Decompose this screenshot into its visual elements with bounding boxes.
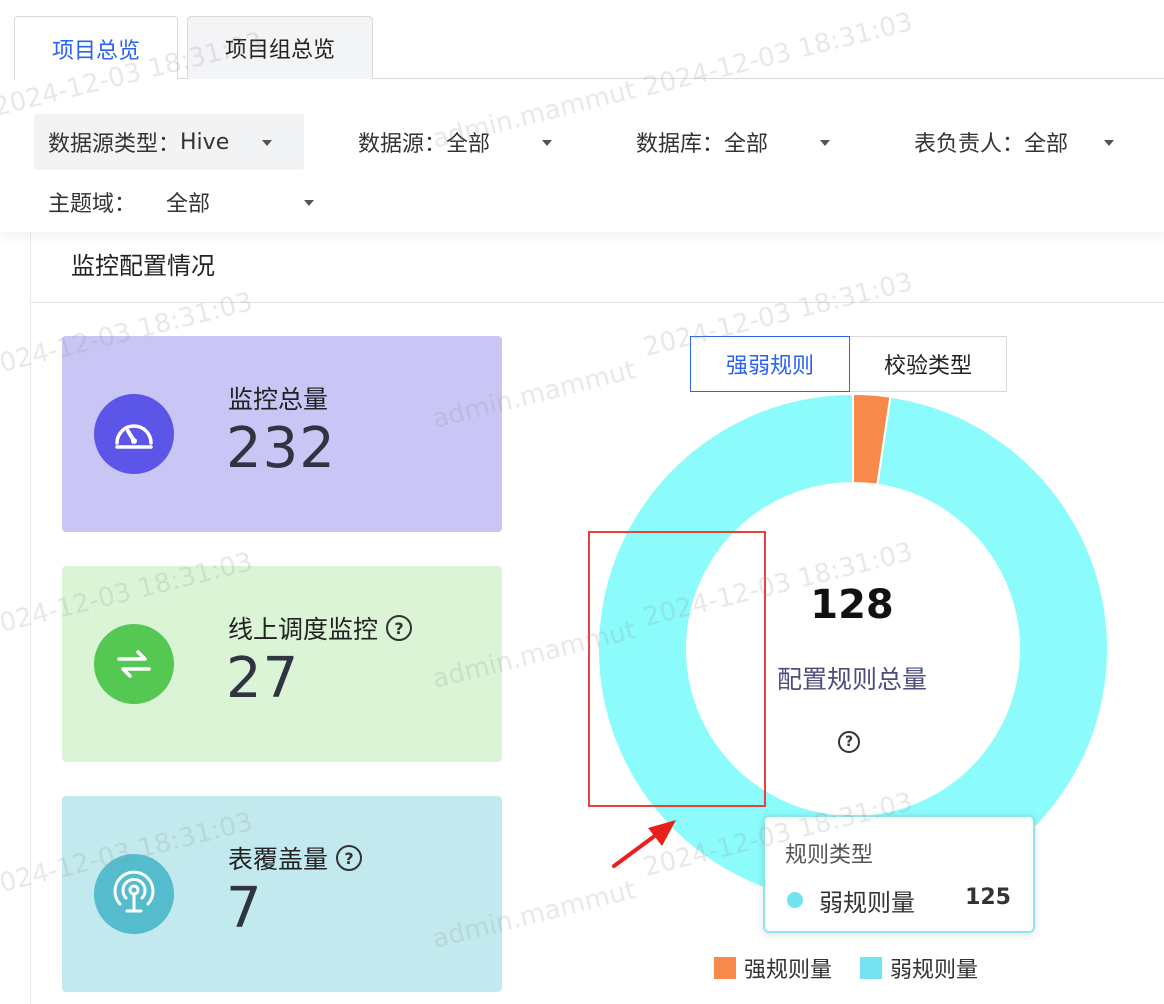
annotation-box [588, 531, 766, 807]
legend-label: 弱规则量 [890, 958, 979, 983]
donut-center-label: 配置规则总量 [776, 665, 927, 694]
card-label-text: 表覆盖量 [228, 845, 329, 874]
tab-project-overview[interactable]: 项目总览 [14, 16, 178, 80]
chevron-down-icon [1104, 140, 1114, 146]
table-owner-label: 表负责人： [914, 132, 1025, 157]
card-monitor-total: 监控总量 232 [62, 336, 502, 532]
table-owner-value: 全部 [1024, 132, 1069, 157]
chart-tooltip: 规则类型 弱规则量 125 [763, 815, 1035, 933]
card-label: 监控总量 [228, 380, 328, 416]
chevron-down-icon [262, 140, 272, 146]
card-value: 27 [226, 646, 300, 711]
card-table-coverage: 表覆盖量 ? 7 [62, 796, 502, 992]
tooltip-series-value: 125 [965, 885, 1011, 910]
toggle-check-type[interactable]: 校验类型 [849, 336, 1007, 392]
card-value: 7 [226, 876, 263, 941]
annotation-arrow-icon [612, 820, 676, 868]
chevron-down-icon [820, 140, 830, 146]
tab-project-group-overview[interactable]: 项目组总览 [187, 16, 373, 79]
datasource-type-label: 数据源类型： [48, 132, 181, 157]
table-owner-select[interactable]: 表负责人： 全部 [914, 114, 1114, 170]
card-label-text: 监控总量 [228, 385, 329, 414]
card-label-text: 线上调度监控 [228, 615, 379, 644]
datasource-type-value: Hive [180, 129, 230, 155]
help-icon[interactable]: ? [336, 845, 363, 871]
broadcast-icon [94, 854, 174, 934]
datasource-value: 全部 [446, 132, 491, 157]
database-select[interactable]: 数据库： 全部 [636, 114, 830, 170]
database-label: 数据库： [636, 132, 725, 157]
legend-label: 强规则量 [744, 958, 833, 983]
tab-bar: 项目总览 项目组总览 [14, 16, 1164, 80]
topic-domain-select[interactable]: 主题域： 全部 [48, 174, 314, 230]
tooltip-series-name: 弱规则量 [819, 889, 915, 917]
card-value: 232 [226, 416, 336, 481]
toggle-strength-rules[interactable]: 强弱规则 [690, 336, 850, 392]
chevron-down-icon [542, 140, 552, 146]
help-icon[interactable]: ? [386, 615, 413, 641]
swap-arrows-icon [94, 624, 174, 704]
legend-swatch [860, 957, 882, 979]
tooltip-title: 规则类型 [785, 843, 874, 868]
legend-item-weak-rules[interactable]: 弱规则量 [860, 952, 978, 984]
database-value: 全部 [724, 132, 769, 157]
section-title: 监控配置情况 [71, 252, 215, 280]
card-label: 线上调度监控 ? [228, 610, 413, 646]
section-divider [31, 302, 1164, 303]
card-label: 表覆盖量 ? [228, 840, 363, 876]
gauge-icon [94, 394, 174, 474]
topic-domain-label: 主题域： [48, 192, 137, 217]
chevron-down-icon [304, 200, 314, 206]
datasource-label: 数据源： [358, 132, 447, 157]
help-icon[interactable]: ? [838, 731, 860, 753]
card-online-schedule-monitor: 线上调度监控 ? 27 [62, 566, 502, 762]
topic-domain-value: 全部 [166, 192, 211, 217]
datasource-select[interactable]: 数据源： 全部 [358, 114, 552, 170]
legend-swatch [714, 957, 736, 979]
datasource-type-select[interactable]: 数据源类型： Hive [34, 114, 304, 170]
filter-bar: 数据源类型： Hive 数据源： 全部 数据库： 全部 表负责人： 全部 主题域… [0, 100, 1164, 232]
tooltip-series-marker [787, 892, 803, 908]
page: 项目总览 项目组总览 数据源类型： Hive 数据源： 全部 数据库： 全部 表… [0, 0, 1164, 1004]
legend-item-strong-rules[interactable]: 强规则量 [714, 952, 832, 984]
donut-center-value: 128 [810, 582, 894, 628]
